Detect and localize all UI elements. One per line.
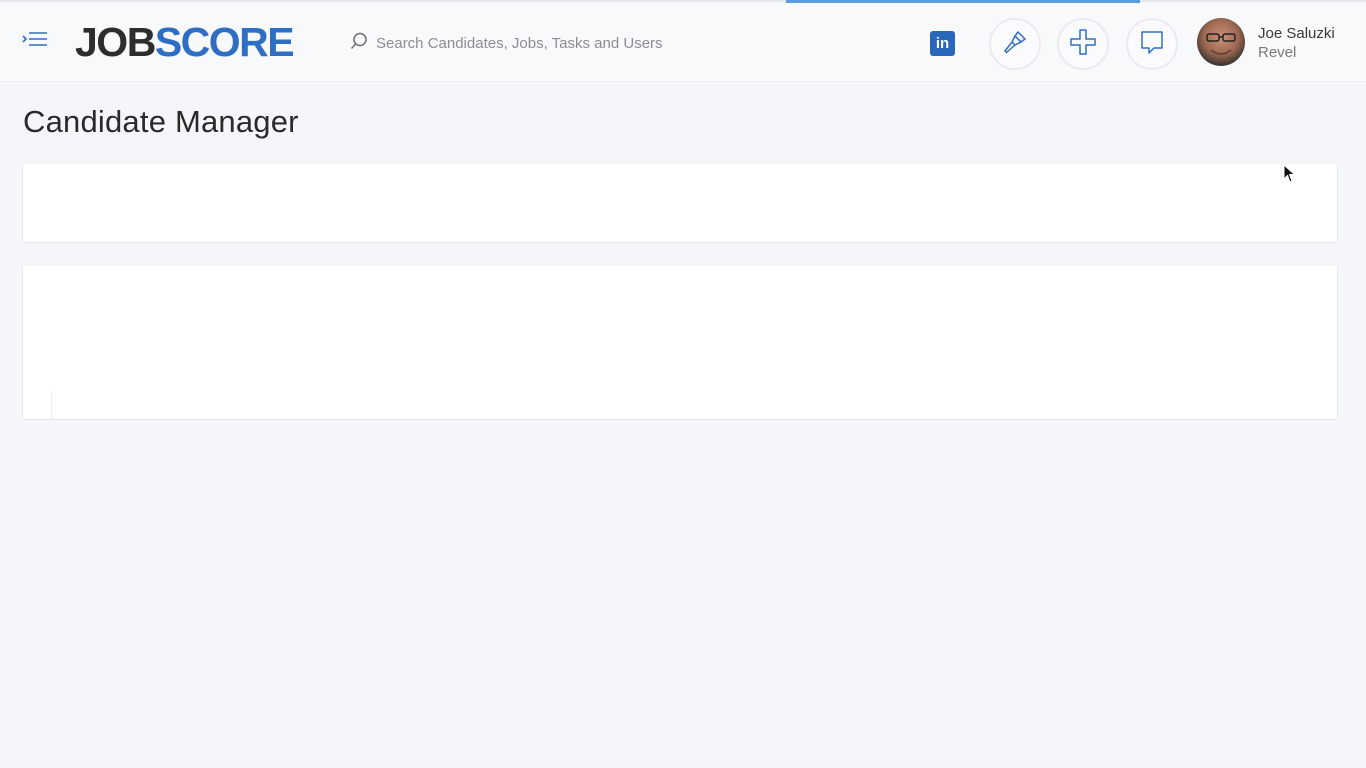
search-bar — [350, 30, 850, 56]
mouse-cursor-icon — [1283, 163, 1297, 184]
top-bar: JOBSCORE in — [0, 0, 1366, 82]
logo-text-dark: JOB — [75, 19, 156, 65]
plus-icon — [1069, 28, 1097, 61]
candidate-list-panel — [22, 266, 1338, 420]
user-organization: Revel — [1258, 44, 1297, 61]
search-icon — [350, 32, 368, 55]
user-name[interactable]: Joe Saluzki — [1258, 25, 1335, 42]
menu-icon[interactable] — [22, 30, 48, 52]
chat-icon — [1139, 29, 1165, 60]
column-divider — [51, 390, 52, 419]
avatar[interactable] — [1197, 18, 1245, 66]
customize-button[interactable] — [989, 18, 1041, 70]
jobscore-logo[interactable]: JOBSCORE — [75, 19, 295, 65]
brush-icon — [1002, 29, 1028, 60]
add-button[interactable] — [1057, 18, 1109, 70]
linkedin-icon[interactable]: in — [930, 31, 955, 56]
messages-button[interactable] — [1126, 18, 1178, 70]
search-input[interactable] — [376, 34, 836, 52]
page-title: Candidate Manager — [23, 104, 299, 139]
loading-progress-bar — [786, 0, 1140, 3]
logo-text-blue: SCORE — [154, 19, 295, 65]
linkedin-label: in — [935, 35, 950, 52]
filter-panel — [22, 164, 1338, 243]
